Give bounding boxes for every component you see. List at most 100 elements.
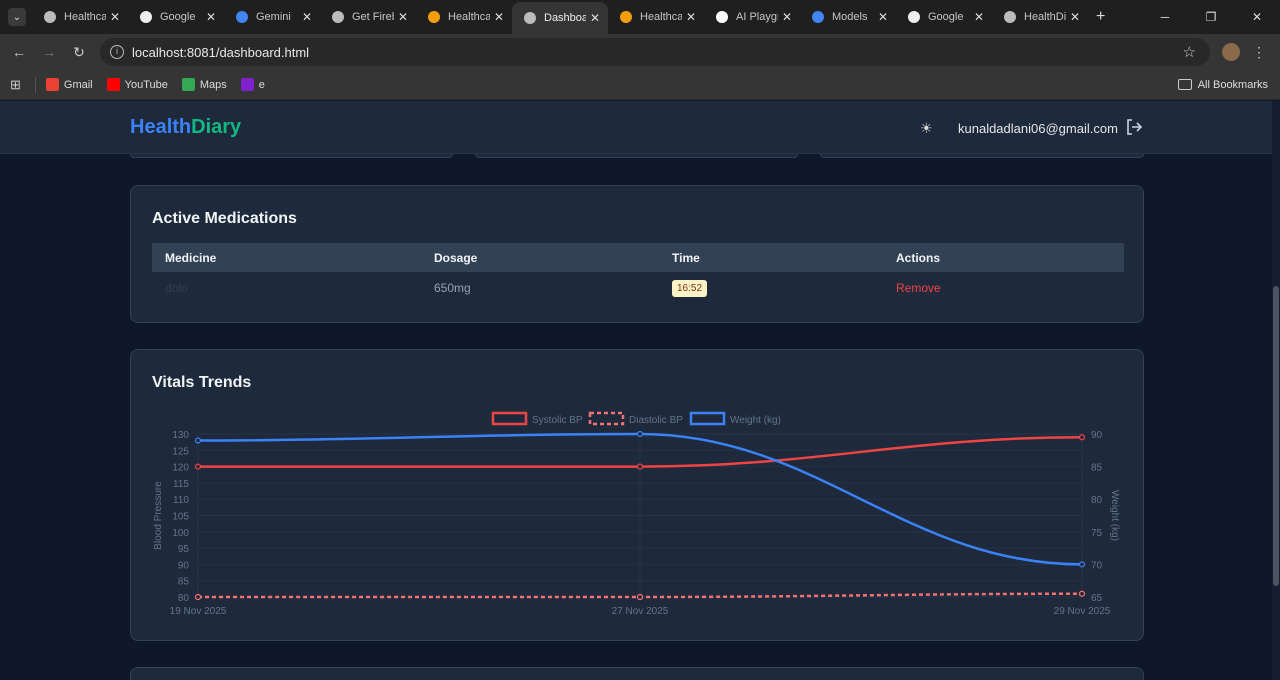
profile-avatar[interactable] <box>1222 43 1240 61</box>
app-header: HealthDiary ☀ kunaldadlani06@gmail.com <box>0 101 1272 154</box>
browser-tab[interactable]: Healthca ✕ <box>32 2 128 32</box>
folder-icon <box>1177 79 1192 90</box>
page-scrollbar[interactable] <box>1272 101 1280 680</box>
globe-icon <box>332 11 344 23</box>
bookmark-item[interactable]: e <box>240 78 265 91</box>
y2-tick-label: 90 <box>1091 430 1103 441</box>
tab-label: Healthca <box>64 11 106 23</box>
column-header: Dosage <box>434 250 478 265</box>
tab-close-icon[interactable]: ✕ <box>686 10 696 24</box>
browser-tab[interactable]: AI Playgr ✕ <box>704 2 800 32</box>
y-tick-label: 105 <box>172 512 189 523</box>
tab-close-icon[interactable]: ✕ <box>1070 10 1080 24</box>
remove-button[interactable]: Remove <box>896 281 941 295</box>
data-point <box>1078 590 1086 597</box>
tab-label: Models <box>832 11 868 23</box>
y-tick-label: 130 <box>172 430 189 441</box>
google-icon <box>812 11 824 23</box>
tab-label: Healthca <box>448 11 490 23</box>
firebase-icon <box>428 11 440 23</box>
browser-tab[interactable]: Healthca ✕ <box>608 2 704 32</box>
bookmark-item[interactable]: Gmail <box>45 78 93 91</box>
tab-close-icon[interactable]: ✕ <box>302 10 312 24</box>
data-point <box>1078 434 1086 441</box>
close-window-icon[interactable]: ✕ <box>1234 10 1280 24</box>
bookmark-icon <box>908 11 920 23</box>
tab-close-icon[interactable]: ✕ <box>110 10 120 24</box>
logout-icon[interactable] <box>1125 118 1143 136</box>
tab-strip: Healthca ✕ Google ✕ Gemini ✕ Get Fireb ✕ Healthc… <box>32 0 1088 34</box>
x-tick-label: 29 Nov 2025 <box>1054 606 1111 617</box>
bookmarks-divider <box>34 76 36 93</box>
address-bar[interactable]: i localhost:8081/dashboard.html ☆ <box>100 38 1210 66</box>
y-tick-label: 100 <box>172 528 189 539</box>
restore-icon[interactable]: ❐ <box>1188 10 1234 24</box>
youtube-icon <box>106 78 120 91</box>
tab-label: Get Fireb <box>352 11 394 23</box>
back-icon[interactable]: ← <box>4 44 34 60</box>
data-point <box>636 430 644 438</box>
browser-menu-icon[interactable]: ⋮ <box>1252 44 1266 61</box>
browser-tab[interactable]: Google ✕ <box>128 2 224 32</box>
tab-label: Google <box>928 11 964 23</box>
y-tick-label: 115 <box>173 479 189 490</box>
all-bookmarks-label: All Bookmarks <box>1197 78 1268 91</box>
medicine-dosage: 650mg <box>434 281 471 295</box>
tab-label: Healthca <box>640 11 682 23</box>
all-bookmarks-button[interactable]: All Bookmarks <box>1177 78 1268 91</box>
theme-toggle-icon[interactable]: ☀ <box>920 120 933 137</box>
y-axis-label: Blood Pressure <box>153 481 164 550</box>
browser-tab[interactable]: HealthDi ✕ <box>992 2 1088 32</box>
data-point <box>1078 561 1086 568</box>
y-tick-label: 120 <box>172 463 189 474</box>
browser-tab[interactable]: Models ✕ <box>800 2 896 32</box>
reload-icon[interactable]: ↻ <box>64 44 94 61</box>
medications-title: Active Medications <box>152 210 297 227</box>
tab-label: Dashboa <box>544 12 586 24</box>
legend-swatch <box>689 411 726 426</box>
vitals-chart: 130 125 120 115 110 105 100 95 90 85 80 90 85 80 75 70 6… <box>153 411 1120 617</box>
browser-tab[interactable]: Google ✕ <box>896 2 992 32</box>
tab-close-icon[interactable]: ✕ <box>398 10 408 24</box>
y-tick-label: 125 <box>172 446 189 457</box>
minimize-icon[interactable]: ─ <box>1142 10 1188 24</box>
tab-close-icon[interactable]: ✕ <box>782 10 792 24</box>
bookmark-star-icon[interactable]: ☆ <box>1183 43 1196 61</box>
tab-close-icon[interactable]: ✕ <box>878 10 888 24</box>
browser-tab[interactable]: Healthca ✕ <box>416 2 512 32</box>
forward-icon[interactable]: → <box>34 44 64 60</box>
summary-card-stub <box>820 154 1144 158</box>
legend-swatch <box>588 411 625 426</box>
browser-tabbar: ⌄ Healthca ✕ Google ✕ Gemini ✕ Get Fireb ✕ Healt… <box>0 0 1280 34</box>
tab-close-icon[interactable]: ✕ <box>494 10 504 24</box>
new-tab-button[interactable]: + <box>1096 8 1105 26</box>
scroll-thumb[interactable] <box>1273 286 1279 586</box>
tab-close-icon[interactable]: ✕ <box>590 11 600 25</box>
globe-icon <box>44 11 56 23</box>
y-tick-label: 90 <box>178 560 190 571</box>
tab-label: Google <box>160 11 196 23</box>
url-text: localhost:8081/dashboard.html <box>132 44 310 60</box>
medications-table: Medicine Dosage Time Actions dolo 650mg … <box>152 243 1124 304</box>
brand-diary: Diary <box>191 116 242 138</box>
bookmark-item[interactable]: Maps <box>181 78 227 91</box>
browser-tab[interactable]: Get Fireb ✕ <box>320 2 416 32</box>
user-email: kunaldadlani06@gmail.com <box>958 121 1118 136</box>
x-tick-label: 27 Nov 2025 <box>612 606 669 617</box>
tab-search-button[interactable]: ⌄ <box>8 8 26 26</box>
column-header: Medicine <box>165 250 217 265</box>
browser-tab[interactable]: Dashboa ✕ <box>512 2 608 34</box>
apps-grid-icon[interactable]: ⊞ <box>10 77 21 93</box>
brand-logo[interactable]: HealthDiary <box>130 116 241 139</box>
bookmark-icon <box>140 11 152 23</box>
bookmark-item[interactable]: YouTube <box>106 78 168 91</box>
y-tick-label: 80 <box>178 593 190 604</box>
site-info-icon[interactable]: i <box>110 45 124 59</box>
tab-label: AI Playgr <box>736 11 778 23</box>
gmail-icon <box>45 78 59 91</box>
tab-close-icon[interactable]: ✕ <box>206 10 216 24</box>
tab-close-icon[interactable]: ✕ <box>974 10 984 24</box>
y2-axis-label: Weight (kg) <box>1109 490 1120 541</box>
y2-tick-label: 65 <box>1091 593 1103 604</box>
browser-tab[interactable]: Gemini ✕ <box>224 2 320 32</box>
